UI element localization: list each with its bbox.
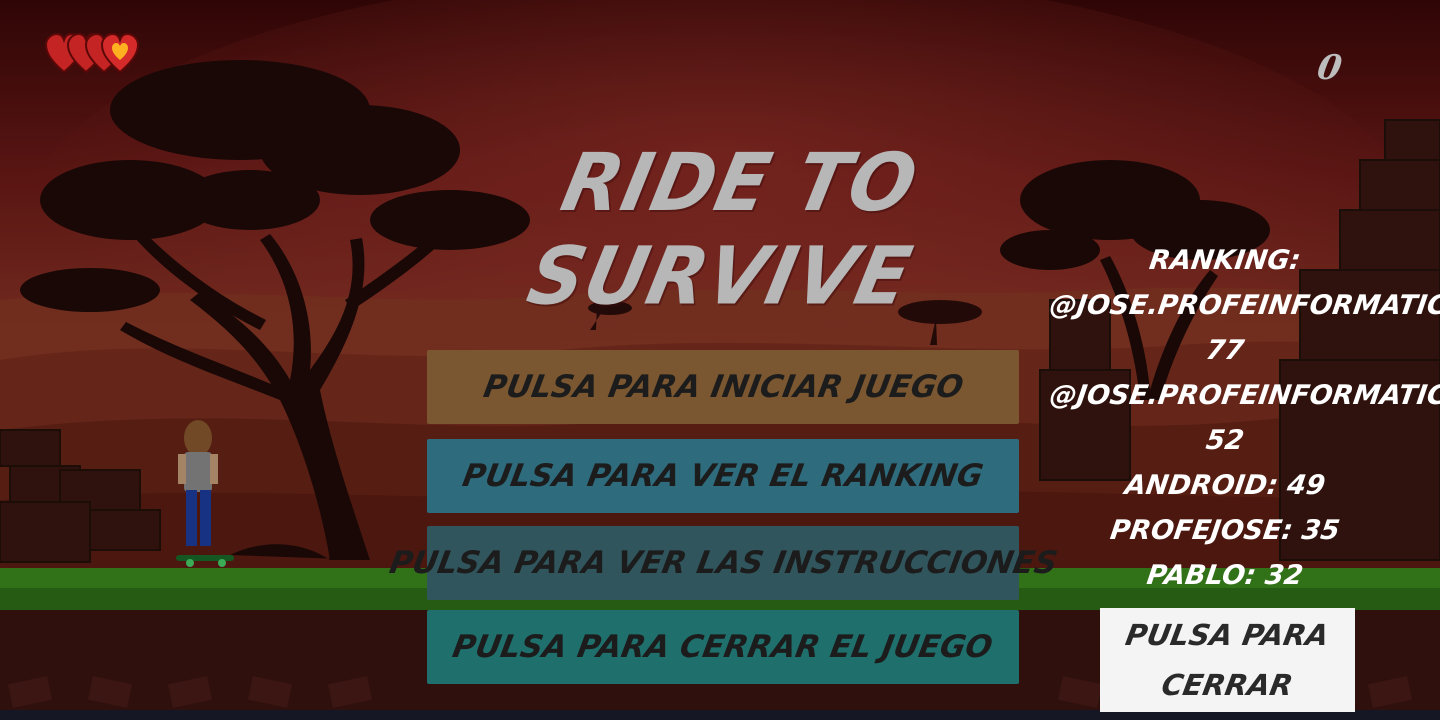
view-ranking-label: PULSA PARA VER EL RANKING [460, 458, 986, 494]
score-counter: 0 [1314, 48, 1346, 88]
start-game-label: PULSA PARA INICIAR JUEGO [480, 369, 966, 405]
ranking-entry: ANDROID: 49 [1122, 470, 1328, 501]
close-game-button[interactable]: PULSA PARA CERRAR EL JUEGO [427, 610, 1019, 684]
view-instructions-label: PULSA PARA VER LAS INSTRUCCIONES [386, 545, 1060, 581]
close-ranking-label-line1: PULSA PARA [1123, 618, 1332, 652]
ranking-entry-score: 77 [1204, 335, 1246, 366]
close-game-label: PULSA PARA CERRAR EL JUEGO [450, 629, 996, 665]
ranking-entry-name: @JOSE.PROFEINFORMATICA: [1047, 290, 1440, 321]
view-ranking-button[interactable]: PULSA PARA VER EL RANKING [427, 439, 1019, 513]
ranking-entry-name: @JOSE.PROFEINFORMATICA: [1047, 380, 1440, 411]
ranking-heading: RANKING: [1147, 245, 1303, 276]
ranking-entry-score: 52 [1204, 425, 1246, 456]
lives-hearts [44, 32, 140, 74]
start-game-button[interactable]: PULSA PARA INICIAR JUEGO [427, 350, 1019, 424]
view-instructions-button[interactable]: PULSA PARA VER LAS INSTRUCCIONES [386, 526, 1060, 600]
close-ranking-label-line2: CERRAR [1159, 668, 1296, 702]
ranking-entry: PROFEJOSE: 35 [1108, 515, 1342, 546]
close-ranking-button[interactable]: PULSA PARA CERRAR [1100, 608, 1355, 712]
ranking-panel: RANKING: @JOSE.PROFEINFORMATICA: 77 @JOS… [1047, 238, 1440, 598]
ranking-entry: PABLO: 32 [1144, 560, 1306, 591]
game-title: RIDE TO SURVIVE [520, 135, 926, 323]
